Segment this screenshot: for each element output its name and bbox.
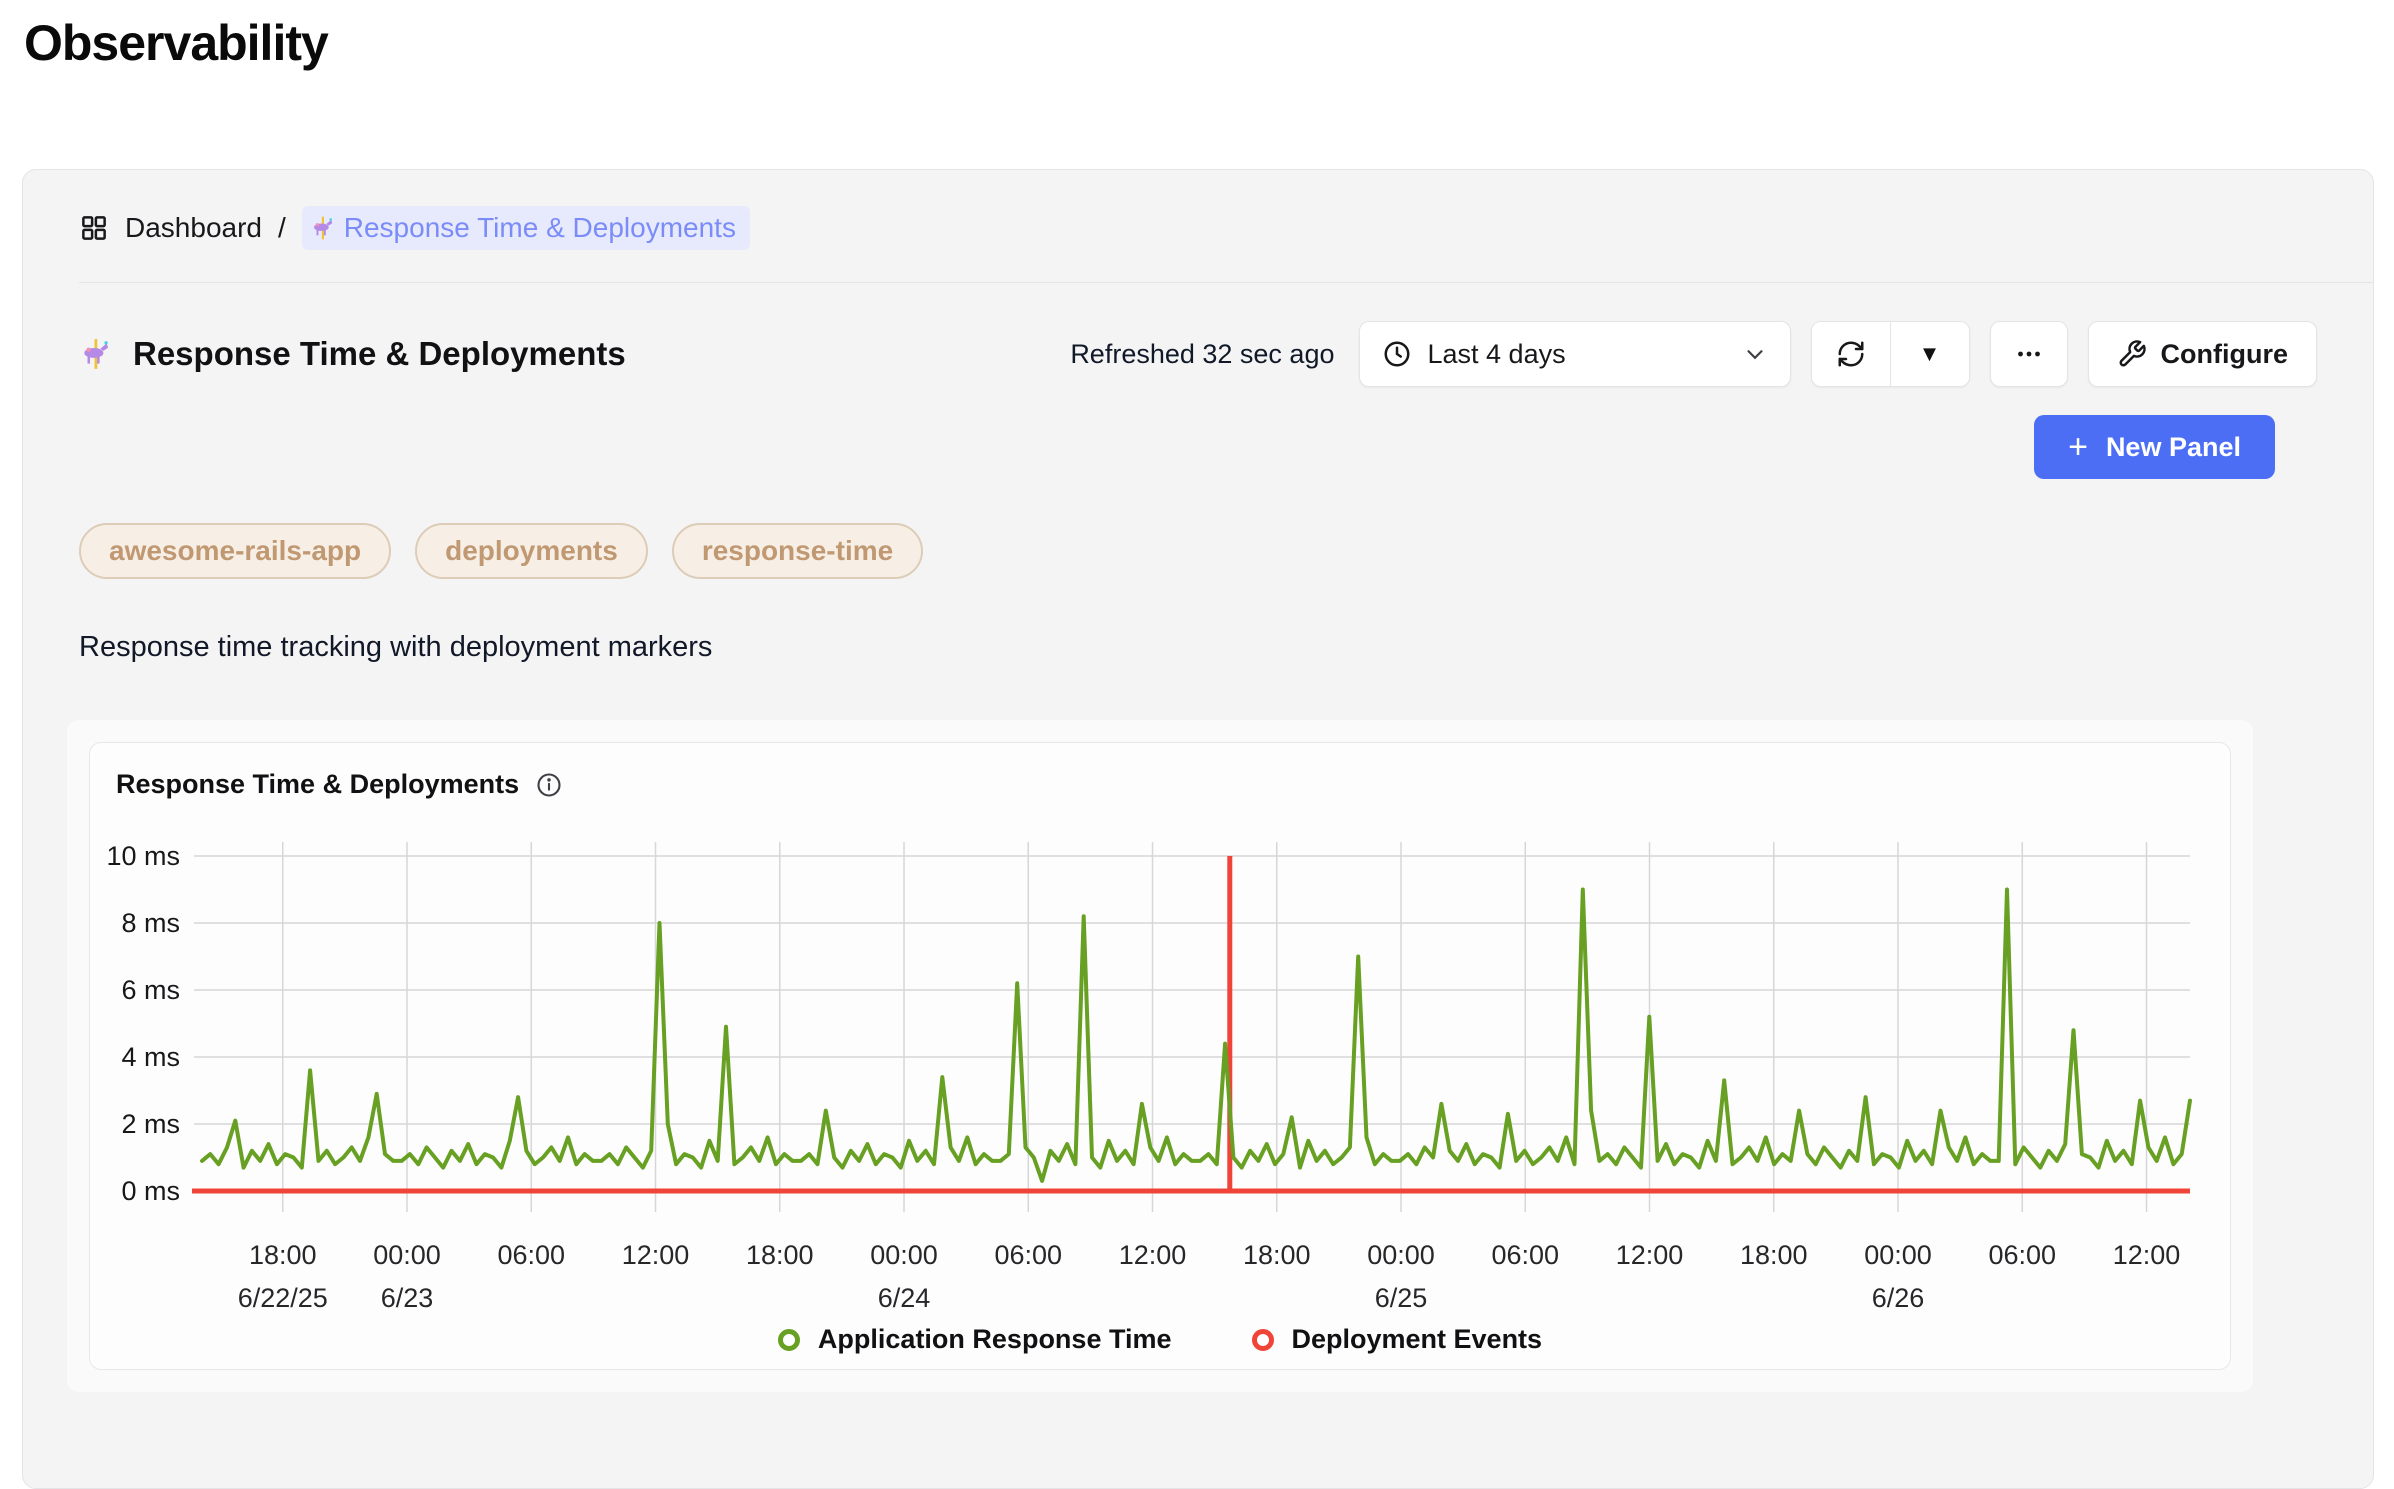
svg-text:18:00: 18:00 [1243,1240,1311,1270]
svg-text:6/23: 6/23 [381,1283,434,1313]
more-options-button[interactable] [1990,321,2068,387]
dashboard-grid-icon [79,213,109,243]
clock-icon [1382,339,1412,369]
carousel-horse-icon [79,337,113,371]
plus-icon: + [2068,430,2088,464]
dashboard-card: Dashboard / Response Time & Deployments [22,169,2374,1489]
time-range-select[interactable]: Last 4 days [1359,321,1791,387]
svg-text:2 ms: 2 ms [121,1109,180,1139]
legend-label: Application Response Time [818,1324,1172,1355]
svg-text:4 ms: 4 ms [121,1042,180,1072]
chart-title: Response Time & Deployments [116,769,519,800]
svg-text:6/25: 6/25 [1375,1283,1428,1313]
page: Observability Dashboard / [0,14,2394,72]
svg-text:18:00: 18:00 [746,1240,814,1270]
svg-text:6/26: 6/26 [1872,1283,1925,1313]
carousel-horse-icon [310,215,336,241]
breadcrumb-current-chip[interactable]: Response Time & Deployments [302,206,750,250]
response-time-chart: 0 ms 2 ms 4 ms 6 ms 8 ms 10 ms 18:00 6/22/25 00:… [90,818,2230,1318]
svg-text:18:00: 18:00 [1740,1240,1808,1270]
svg-text:06:00: 06:00 [1491,1240,1559,1270]
legend-item[interactable]: Application Response Time [778,1324,1172,1355]
svg-text:12:00: 12:00 [1616,1240,1684,1270]
time-range-value: Last 4 days [1428,339,1566,370]
ellipsis-icon [2012,337,2046,371]
tag-list: awesome-rails-app deployments response-t… [79,523,2317,579]
tag-deployments[interactable]: deployments [415,523,648,579]
toolbar: Refreshed 32 sec ago Last 4 days [1070,321,2317,387]
svg-text:10 ms: 10 ms [106,841,180,871]
refresh-split-button: ▼ [1811,321,1970,387]
configure-label: Configure [2161,339,2289,370]
dashboard-description: Response time tracking with deployment m… [79,631,2317,664]
legend-swatch [1252,1329,1274,1351]
svg-text:0 ms: 0 ms [121,1176,180,1206]
svg-text:6/22/25: 6/22/25 [238,1283,328,1313]
chart-legend: Application Response Time Deployment Even… [90,1324,2230,1355]
svg-text:06:00: 06:00 [994,1240,1062,1270]
tag-response-time[interactable]: response-time [672,523,923,579]
breadcrumb: Dashboard / Response Time & Deployments [79,200,2317,256]
svg-text:00:00: 00:00 [1367,1240,1435,1270]
svg-text:00:00: 00:00 [1864,1240,1932,1270]
new-panel-label: New Panel [2106,432,2241,463]
header-divider [79,282,2373,283]
refresh-icon [1836,339,1866,369]
refresh-options-button[interactable]: ▼ [1891,321,1969,387]
refresh-button[interactable] [1812,321,1890,387]
breadcrumb-current-label: Response Time & Deployments [344,212,736,244]
new-panel-button[interactable]: + New Panel [2034,415,2275,479]
info-icon[interactable] [535,771,563,799]
chevron-down-icon [1742,341,1768,367]
caret-down-icon: ▼ [1919,341,1941,367]
svg-text:6 ms: 6 ms [121,975,180,1005]
tag-awesome-rails-app[interactable]: awesome-rails-app [79,523,391,579]
dashboard-title: Response Time & Deployments [133,335,626,373]
panel-header: Response Time & Deployments Refreshed 32… [79,321,2317,387]
tools-icon [2117,339,2147,369]
svg-text:12:00: 12:00 [2113,1240,2181,1270]
svg-text:00:00: 00:00 [373,1240,441,1270]
chart-panel-container: Response Time & Deployments 0 ms 2 ms 4 ms… [67,720,2253,1392]
configure-button[interactable]: Configure [2088,321,2318,387]
svg-text:12:00: 12:00 [1119,1240,1187,1270]
legend-swatch [778,1329,800,1351]
breadcrumb-dashboard-link[interactable]: Dashboard [125,212,262,244]
page-title: Observability [24,14,2394,72]
svg-text:06:00: 06:00 [497,1240,565,1270]
svg-text:6/24: 6/24 [878,1283,931,1313]
svg-text:18:00: 18:00 [249,1240,317,1270]
svg-text:06:00: 06:00 [1988,1240,2056,1270]
svg-text:12:00: 12:00 [622,1240,690,1270]
chart-panel: Response Time & Deployments 0 ms 2 ms 4 ms… [89,742,2231,1370]
new-panel-row: + New Panel [79,415,2275,479]
svg-text:00:00: 00:00 [870,1240,938,1270]
breadcrumb-separator: / [278,212,286,244]
legend-item[interactable]: Deployment Events [1252,1324,1543,1355]
refreshed-status: Refreshed 32 sec ago [1070,339,1334,370]
svg-text:8 ms: 8 ms [121,908,180,938]
legend-label: Deployment Events [1292,1324,1543,1355]
